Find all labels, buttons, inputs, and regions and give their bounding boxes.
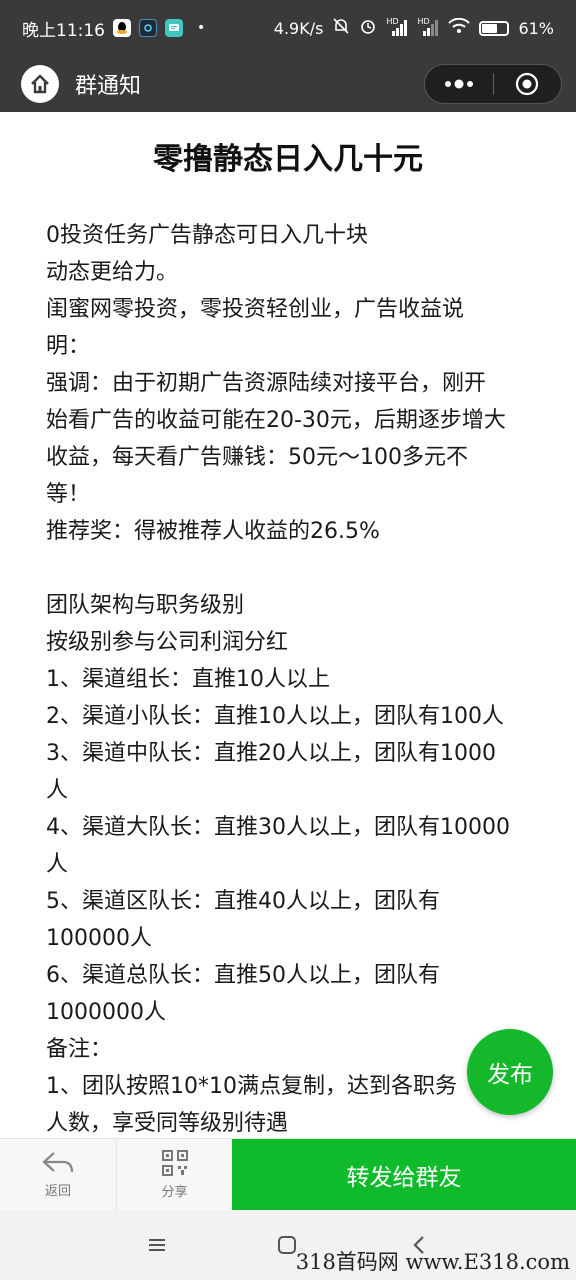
publish-label: 发布 bbox=[487, 1062, 533, 1088]
article-line: 人数，享受同等级别待遇 bbox=[46, 1111, 289, 1136]
forward-to-group-button[interactable]: 转发给群友 bbox=[232, 1139, 576, 1210]
page-title: 群通知 bbox=[75, 74, 142, 99]
article-title: 零撸静态日入几十元 bbox=[153, 142, 423, 177]
article-line: 动态更给力。 bbox=[46, 260, 179, 285]
article-line: 推荐奖：得被推荐人收益的26.5% bbox=[46, 519, 380, 544]
article-line: 0投资任务广告静态可日入几十块 bbox=[46, 223, 368, 248]
article-line: 人 bbox=[46, 778, 69, 803]
more-dots-icon bbox=[444, 79, 473, 89]
article-line: 等！ bbox=[46, 482, 91, 507]
square-home-icon bbox=[278, 1236, 296, 1254]
menu-nav-button[interactable] bbox=[144, 1232, 170, 1258]
share-button[interactable]: 分享 bbox=[116, 1139, 232, 1210]
battery-percent: 61% bbox=[518, 18, 554, 38]
signal-2-icon: HD bbox=[417, 17, 439, 36]
article-line: 团队架构与职务级别 bbox=[46, 593, 245, 618]
target-close-icon bbox=[516, 72, 539, 96]
menu-lines-icon bbox=[149, 1239, 165, 1251]
article-body: 0投资任务广告静态可日入几十块 动态更给力。闺蜜网零投资，零投资轻创业，广告收益说… bbox=[46, 217, 546, 1138]
article-line: 3、渠道中队长：直推20人以上，团队有1000 bbox=[46, 741, 496, 766]
title-bar: 群通知 bbox=[0, 56, 576, 112]
signal-1-icon: HD bbox=[386, 17, 408, 36]
article-line: 人 bbox=[46, 852, 69, 877]
forward-label: 转发给群友 bbox=[346, 1164, 462, 1191]
share-label: 分享 bbox=[161, 1185, 188, 1200]
article-line bbox=[46, 550, 546, 587]
home-button[interactable] bbox=[21, 65, 59, 103]
alarm-icon bbox=[359, 17, 377, 39]
article-line: 5、渠道区队长：直推40人以上，团队有 bbox=[46, 889, 440, 914]
back-button[interactable]: 返回 bbox=[0, 1139, 116, 1210]
battery-fill bbox=[482, 23, 498, 33]
status-time: 晚上11:16 bbox=[22, 20, 105, 41]
article-line: 4、渠道大队长：直推30人以上，团队有10000 bbox=[46, 815, 510, 840]
article-line: 1000000人 bbox=[46, 1000, 166, 1025]
home-icon bbox=[31, 74, 49, 94]
system-nav-bar: 318首码网 www.E318.com bbox=[0, 1210, 576, 1280]
mute-bell-icon bbox=[332, 17, 350, 39]
back-label: 返回 bbox=[44, 1184, 71, 1199]
status-bar: 晚上11:16 • 4.9K/s HD HD 61% bbox=[0, 0, 576, 56]
qr-code-icon bbox=[161, 1150, 188, 1176]
bottom-action-bar: 返回 分享 转发给群友 bbox=[0, 1138, 576, 1210]
article-line: 按级别参与公司利润分红 bbox=[46, 630, 289, 655]
close-program-button[interactable] bbox=[494, 65, 562, 103]
battery-icon bbox=[479, 20, 510, 36]
watermark-text: 318首码网 www.E318.com bbox=[295, 1250, 570, 1274]
message-icon bbox=[165, 19, 183, 37]
net-speed: 4.9K/s bbox=[273, 18, 324, 38]
more-menu-button[interactable] bbox=[425, 65, 493, 103]
more-dot-icon: • bbox=[197, 20, 206, 36]
wifi-icon bbox=[448, 17, 471, 38]
article-line: 收益，每天看广告赚钱：50元～100多元不 bbox=[46, 445, 468, 470]
article-line: 6、渠道总队长：直推50人以上，团队有 bbox=[46, 963, 440, 988]
article-line: 强调：由于初期广告资源陆续对接平台，刚开 bbox=[46, 371, 487, 396]
publish-button[interactable]: 发布 bbox=[467, 1029, 553, 1115]
article-line: 闺蜜网零投资，零投资轻创业，广告收益说 bbox=[46, 297, 465, 322]
signal-1-label: HD bbox=[386, 17, 399, 26]
status-right: 4.9K/s HD HD 61% bbox=[274, 17, 554, 39]
article-line: 1、渠道组长：直推10人以上 bbox=[46, 667, 330, 692]
back-arrow-icon bbox=[42, 1152, 74, 1173]
article: 零撸静态日入几十元 0投资任务广告静态可日入几十块 动态更给力。闺蜜网零投资，零投… bbox=[0, 112, 576, 1138]
mini-program-capsule bbox=[424, 64, 562, 104]
status-left: 晚上11:16 • bbox=[22, 16, 205, 41]
article-line: 2、渠道小队长：直推10人以上，团队有100人 bbox=[46, 704, 504, 729]
qq-icon bbox=[113, 19, 131, 37]
signal-2-label: HD bbox=[417, 17, 430, 26]
article-line: 100000人 bbox=[46, 926, 152, 951]
article-line: 始看广告的收益可能在20-30元，后期逐步增大 bbox=[46, 408, 506, 433]
article-line: 明： bbox=[46, 334, 91, 359]
app-notification-icon bbox=[139, 19, 157, 37]
